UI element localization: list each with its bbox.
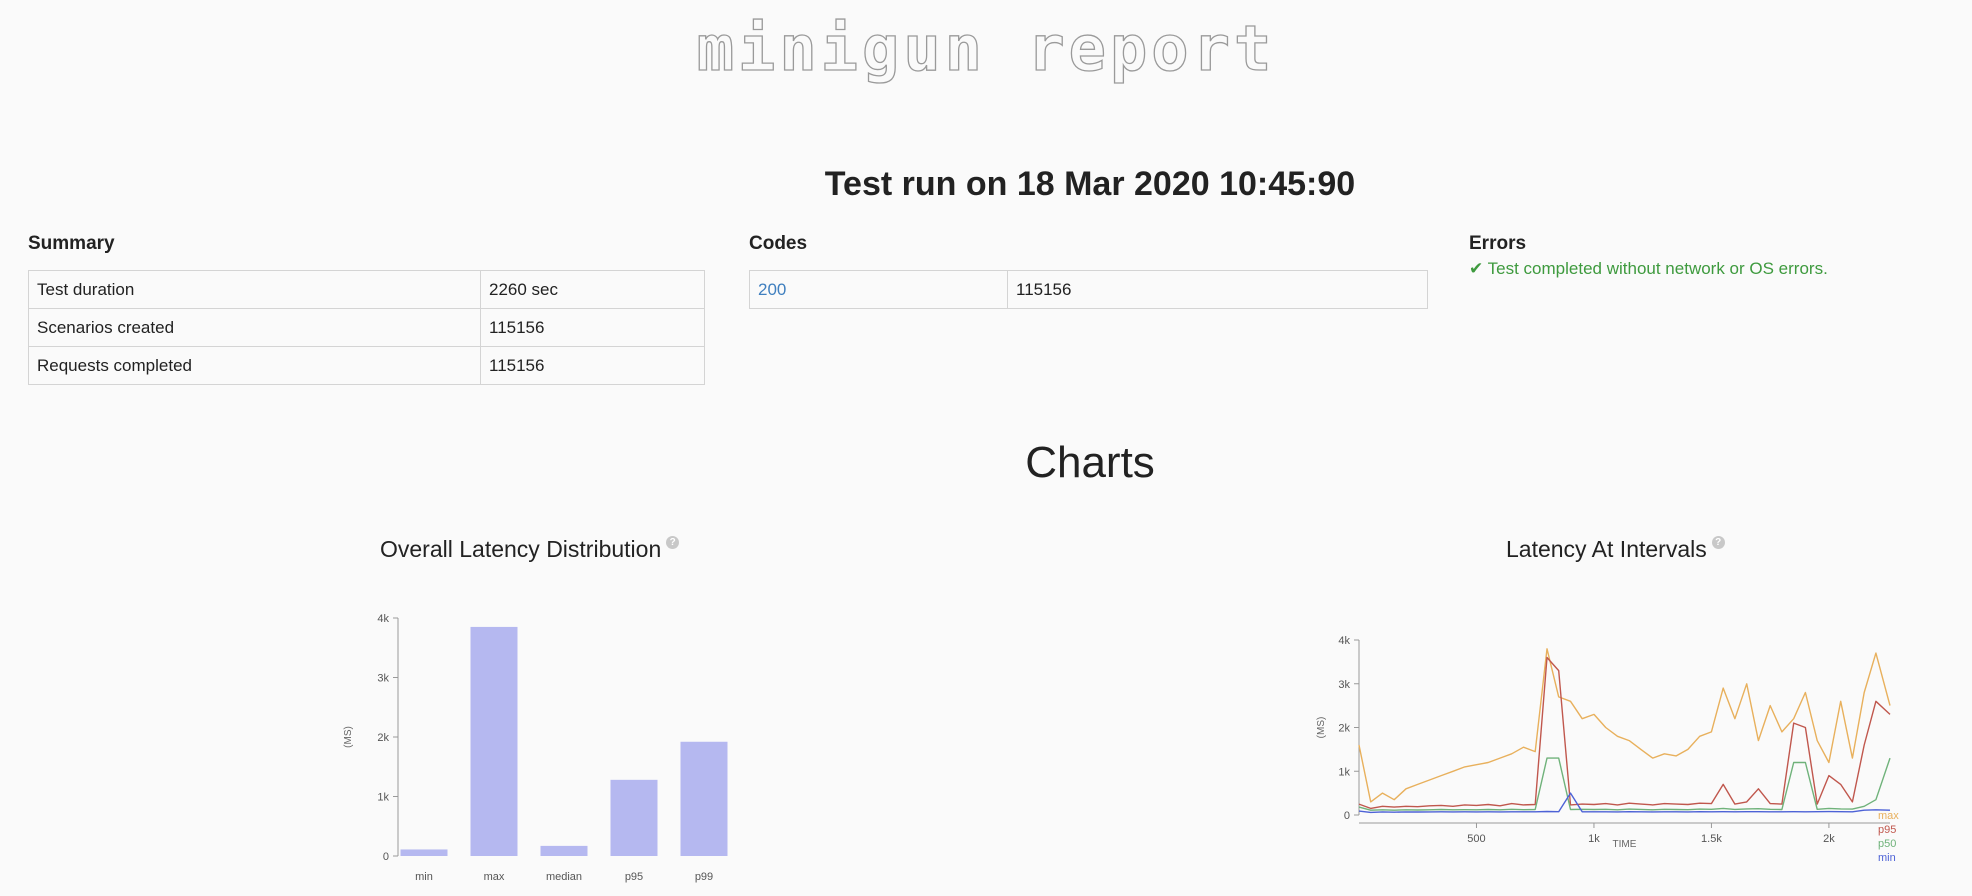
chart-title-text: Latency At Intervals xyxy=(1506,536,1707,562)
errors-heading: Errors xyxy=(1469,233,1527,254)
y-tick-label: 3k xyxy=(377,673,389,685)
code-count: 115156 xyxy=(1007,270,1428,309)
x-tick-label: p99 xyxy=(695,871,713,883)
x-tick-label: min xyxy=(415,871,433,883)
summary-value: 2260 sec xyxy=(480,270,705,309)
code-cell: 200 xyxy=(749,270,1008,309)
x-tick-label: 2k xyxy=(1823,833,1835,845)
legend-label-p95: p95 xyxy=(1878,824,1896,836)
x-tick-label: median xyxy=(546,871,582,883)
bar-min xyxy=(400,849,448,856)
y-axis-label: (MS) xyxy=(343,726,354,748)
latency-intervals-title: Latency At Intervals? xyxy=(1506,536,1725,563)
chart-title-text: Overall Latency Distribution xyxy=(380,536,662,562)
series-line-p50 xyxy=(1358,757,1891,811)
latency-intervals-chart: 0 1k 2k 3k 4k 500 1k 1.5k 2k TIME (MS) max p95 p50 min xyxy=(1316,635,1899,864)
latency-distribution-chart: 0 1k 2k 3k 4k (MS) min max median p95 p99 xyxy=(343,613,728,883)
question-mark-icon[interactable]: ? xyxy=(666,536,680,549)
errors-message: ✔ Test completed without network or OS e… xyxy=(1469,259,1828,278)
bar-p99 xyxy=(680,741,728,856)
x-tick-label: 1k xyxy=(1588,833,1600,845)
codes-table: 200 115156 xyxy=(749,270,1428,309)
y-tick-label: 0 xyxy=(1344,810,1350,822)
table-row: Scenarios created 115156 xyxy=(28,308,705,347)
x-tick-label: 1.5k xyxy=(1701,833,1722,845)
x-tick-label: max xyxy=(484,871,505,883)
y-tick-label: 0 xyxy=(383,851,389,863)
summary-table: Test duration 2260 sec Scenarios created… xyxy=(28,270,705,385)
summary-value: 115156 xyxy=(480,308,705,347)
summary-key: Requests completed xyxy=(28,346,481,385)
y-tick-label: 2k xyxy=(377,732,389,744)
y-tick-label: 2k xyxy=(1338,723,1350,735)
bar-median xyxy=(540,845,588,856)
series-line-p95 xyxy=(1358,656,1891,810)
table-row: Requests completed 115156 xyxy=(28,346,705,385)
table-row: Test duration 2260 sec xyxy=(28,270,705,309)
summary-heading: Summary xyxy=(28,233,115,254)
x-axis-label: TIME xyxy=(1613,839,1637,850)
table-row: 200 115156 xyxy=(749,270,1428,309)
legend-label-max: max xyxy=(1878,810,1899,822)
codes-heading: Codes xyxy=(749,233,808,254)
page-title: Test run on 18 Mar 2020 10:45:90 xyxy=(824,165,1356,203)
status-code-link[interactable]: 200 xyxy=(758,280,786,299)
summary-key: Test duration xyxy=(28,270,481,309)
legend-label-min: min xyxy=(1878,852,1896,864)
y-tick-label: 1k xyxy=(377,792,389,804)
summary-key: Scenarios created xyxy=(28,308,481,347)
latency-distribution-title: Overall Latency Distribution? xyxy=(380,536,680,563)
x-tick-label: p95 xyxy=(625,871,643,883)
series-line-max xyxy=(1358,648,1891,803)
report-logo: minigun report xyxy=(696,11,1276,85)
bar-p95 xyxy=(610,779,658,856)
y-tick-label: 1k xyxy=(1338,766,1350,778)
y-tick-label: 4k xyxy=(377,613,389,625)
summary-value: 115156 xyxy=(480,346,705,385)
y-tick-label: 4k xyxy=(1338,635,1350,647)
bar-max xyxy=(470,626,518,856)
y-tick-label: 3k xyxy=(1338,679,1350,691)
question-mark-icon[interactable]: ? xyxy=(1711,536,1725,549)
y-axis-label: (MS) xyxy=(1316,717,1327,739)
x-tick-label: 500 xyxy=(1467,833,1485,845)
legend-label-p50: p50 xyxy=(1878,838,1896,850)
charts-heading: Charts xyxy=(1025,438,1155,487)
